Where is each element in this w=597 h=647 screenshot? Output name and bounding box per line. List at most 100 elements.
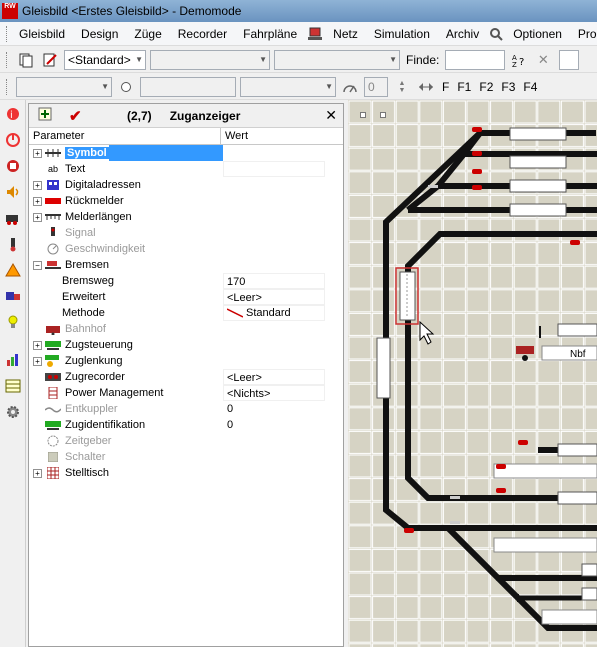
style-combo[interactable]: <Standard> ▼: [64, 49, 146, 70]
edit-icon[interactable]: [40, 51, 60, 69]
row-zugrecorder[interactable]: Zugrecorder <Leer>: [29, 369, 343, 385]
row-value: [223, 449, 343, 465]
direction-icon[interactable]: [416, 78, 436, 96]
tool-icon[interactable]: [1, 232, 25, 256]
row-value[interactable]: <Leer>: [223, 369, 325, 385]
lightbulb-icon[interactable]: [1, 310, 25, 334]
sound-icon[interactable]: [1, 180, 25, 204]
locomotive-icon[interactable]: [1, 206, 25, 230]
table-icon[interactable]: [1, 374, 25, 398]
train-control-icon: [44, 339, 62, 351]
row-zugidentifikation[interactable]: Zugidentifikation 0: [29, 417, 343, 433]
copy-icon[interactable]: [16, 51, 36, 69]
row-zeitgeber[interactable]: Zeitgeber: [29, 433, 343, 449]
toolbar-grip[interactable]: [6, 51, 10, 68]
row-melderlaengen[interactable]: + Melderlängen: [29, 209, 343, 225]
row-rueckmelder[interactable]: + Rückmelder: [29, 193, 343, 209]
row-stelltisch[interactable]: + Stelltisch: [29, 465, 343, 481]
menu-pro[interactable]: Pro: [570, 27, 597, 41]
row-value: [223, 225, 343, 241]
row-bahnhof[interactable]: Bahnhof: [29, 321, 343, 337]
row-zuglenkung[interactable]: + Zuglenkung: [29, 353, 343, 369]
f-button-f2[interactable]: F2: [479, 80, 493, 94]
column-value[interactable]: Wert: [221, 128, 248, 144]
row-power-management[interactable]: Power Management <Nichts>: [29, 385, 343, 401]
combo-4[interactable]: [559, 49, 580, 70]
apply-check-icon[interactable]: ✔: [69, 107, 89, 125]
column-parameter[interactable]: Parameter: [29, 128, 221, 144]
row-value[interactable]: 170: [223, 273, 325, 289]
row-text[interactable]: ab Text: [29, 161, 343, 177]
f-button-f[interactable]: F: [442, 80, 449, 94]
row-signal[interactable]: Signal: [29, 225, 343, 241]
row-zugsteuerung[interactable]: + Zugsteuerung: [29, 337, 343, 353]
combo-route[interactable]: ▼: [240, 76, 336, 97]
menu-netz[interactable]: Netz: [325, 27, 366, 41]
row-digitaladressen[interactable]: + Digitaladressen: [29, 177, 343, 193]
menu-fahrplaene[interactable]: Fahrpläne: [235, 27, 305, 41]
row-schalter[interactable]: Schalter: [29, 449, 343, 465]
speedometer-icon[interactable]: [340, 78, 360, 96]
find-input[interactable]: [445, 49, 506, 70]
expand-toggle[interactable]: +: [33, 196, 42, 206]
radio-circle-icon[interactable]: [116, 78, 136, 96]
row-value[interactable]: <Nichts>: [223, 385, 325, 401]
row-label: Signal: [65, 227, 96, 239]
search-icon[interactable]: [489, 25, 503, 43]
expand-toggle[interactable]: +: [33, 468, 42, 478]
train-icon[interactable]: [307, 25, 323, 43]
combo-train[interactable]: ▼: [16, 76, 112, 97]
menu-recorder[interactable]: Recorder: [170, 27, 235, 41]
toolbar-grip[interactable]: [6, 78, 10, 95]
combo-3[interactable]: ▼: [274, 49, 400, 70]
scroll-marker: [360, 112, 366, 118]
row-entkuppler[interactable]: Entkuppler 0: [29, 401, 343, 417]
close-icon[interactable]: ✕: [325, 107, 337, 124]
combo-2[interactable]: ▼: [150, 49, 270, 70]
menu-optionen[interactable]: Optionen: [505, 27, 570, 41]
info-icon[interactable]: i: [1, 102, 25, 126]
row-symbol[interactable]: + Symbol: [29, 145, 343, 161]
chart-icon[interactable]: [1, 348, 25, 372]
expand-toggle[interactable]: +: [33, 340, 42, 350]
power-icon[interactable]: [1, 128, 25, 152]
f-button-f1[interactable]: F1: [457, 80, 471, 94]
speed-field[interactable]: 0: [364, 76, 388, 97]
row-methode[interactable]: Methode Standard: [29, 305, 343, 321]
feedback-icon: [44, 195, 62, 207]
gear-icon[interactable]: [1, 400, 25, 424]
combo-loco[interactable]: [140, 76, 236, 97]
collapse-toggle[interactable]: −: [33, 260, 42, 270]
expand-toggle[interactable]: +: [33, 180, 42, 190]
row-geschwindigkeit[interactable]: Geschwindigkeit: [29, 241, 343, 257]
expand-toggle[interactable]: +: [33, 148, 42, 158]
menu-gleisbild[interactable]: Gleisbild: [11, 27, 73, 41]
row-value: [223, 177, 343, 193]
menu-zuege[interactable]: Züge: [126, 27, 169, 41]
row-erweitert[interactable]: Erweitert <Leer>: [29, 289, 343, 305]
close-icon[interactable]: ✕: [533, 51, 553, 69]
row-value: [223, 209, 343, 225]
warning-icon[interactable]: [1, 258, 25, 282]
row-value[interactable]: <Leer>: [223, 289, 325, 305]
row-value-cell[interactable]: Standard: [223, 305, 325, 321]
spinner-icon[interactable]: ▲ ▼: [392, 78, 412, 96]
row-value[interactable]: [223, 161, 325, 177]
sort-icon[interactable]: A Z?: [509, 51, 529, 69]
row-label: Bahnhof: [65, 323, 106, 335]
row-label: Stelltisch: [65, 467, 110, 479]
add-icon[interactable]: [35, 107, 55, 124]
f-button-f3[interactable]: F3: [501, 80, 515, 94]
expand-toggle[interactable]: +: [33, 212, 42, 222]
expand-toggle[interactable]: +: [33, 356, 42, 366]
menu-design[interactable]: Design: [73, 27, 126, 41]
menu-simulation[interactable]: Simulation: [366, 27, 438, 41]
menu-archiv[interactable]: Archiv: [438, 27, 487, 41]
row-bremsweg[interactable]: Bremsweg 170: [29, 273, 343, 289]
track-diagram[interactable]: Nbf: [348, 100, 597, 647]
stop-icon[interactable]: [1, 154, 25, 178]
train-control-icon[interactable]: [1, 284, 25, 308]
toolbar-grip[interactable]: [6, 25, 7, 42]
row-bremsen[interactable]: − Bremsen: [29, 257, 343, 273]
f-button-f4[interactable]: F4: [523, 80, 537, 94]
